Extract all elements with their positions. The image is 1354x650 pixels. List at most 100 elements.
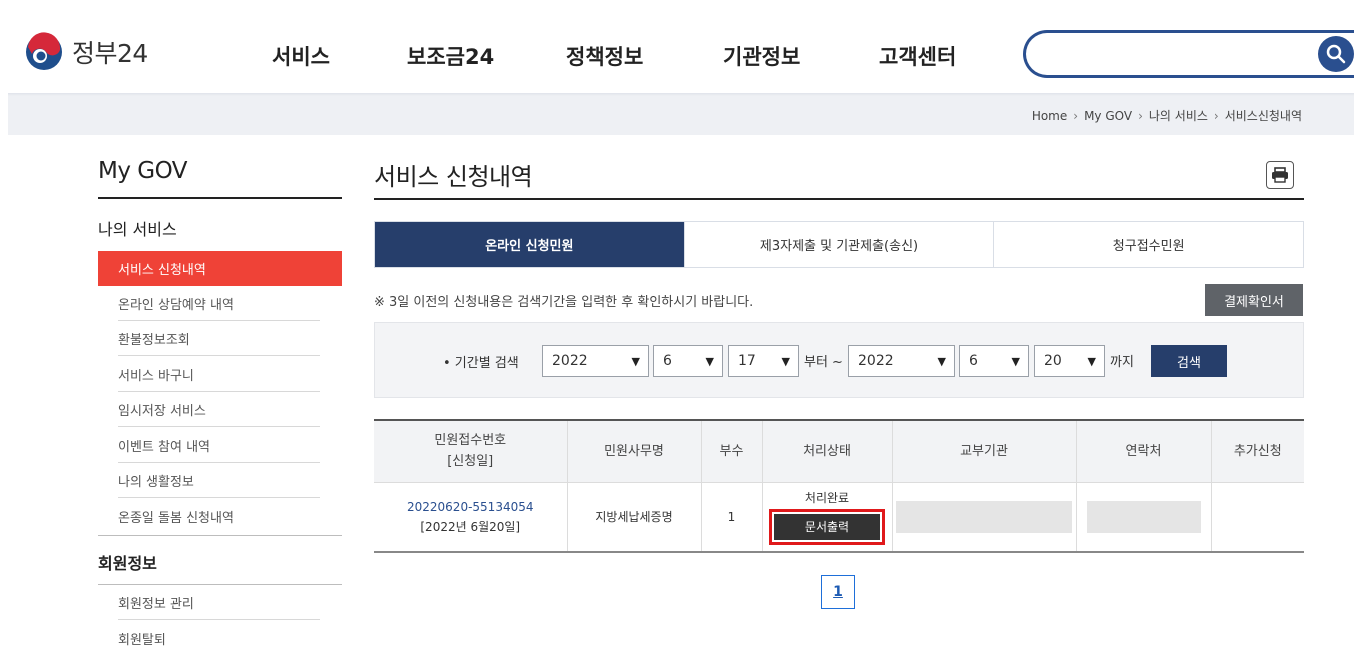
sidebar-item-withdraw[interactable]: 회원탈퇴 [98, 621, 342, 650]
title-divider [374, 198, 1304, 200]
sidebar-item-events[interactable]: 이벤트 참여 내역 [98, 428, 342, 463]
divider [118, 426, 320, 427]
to-day-select[interactable]: 20 ▼ [1034, 345, 1105, 377]
application-date: [2022년 6월20일] [420, 519, 521, 534]
notice-text: ※ 3일 이전의 신청내용은 검색기간을 입력한 후 확인하시기 바랍니다. [374, 295, 754, 310]
sidebar-item-temp-saved[interactable]: 임시저장 서비스 [98, 392, 342, 427]
to-month-select[interactable]: 6 ▼ [959, 345, 1029, 377]
col-service-name: 민원사무명 [566, 420, 701, 483]
sidebar-item-label: 온라인 상담예약 내역 [118, 298, 234, 313]
from-text: 부터 ~ [804, 355, 843, 370]
sidebar-item-service-history[interactable]: 서비스 신청내역 [98, 251, 342, 286]
logo[interactable]: 정부24 [24, 32, 148, 72]
sidebar-divider [98, 535, 342, 536]
breadcrumb-my-services[interactable]: 나의 서비스 [1149, 107, 1208, 124]
to-text: 까지 [1110, 355, 1134, 370]
sidebar-item-service-basket[interactable]: 서비스 바구니 [98, 357, 342, 392]
period-search-panel: • 기간별 검색 2022 ▼ 6 ▼ 17 ▼ 부터 ~ 2022 ▼ 6 ▼… [374, 322, 1304, 398]
sidebar-title: My GOV [98, 158, 188, 184]
from-day-value: 17 [738, 353, 756, 369]
sidebar-item-refund[interactable]: 환불정보조회 [98, 321, 342, 356]
issuing-agency-cell [891, 482, 1076, 552]
print-button[interactable] [1266, 161, 1294, 189]
sidebar-section-member: 회원정보 [98, 554, 157, 573]
col-issuing-agency: 교부기관 [891, 420, 1076, 483]
tab-claim-applications[interactable]: 청구접수민원 [993, 222, 1304, 267]
payment-confirmation-button[interactable]: 결제확인서 [1205, 284, 1303, 316]
pagination-page-1[interactable]: 1 [821, 575, 855, 609]
from-month-select[interactable]: 6 ▼ [653, 345, 723, 377]
sidebar-item-label: 회원탈퇴 [118, 633, 166, 648]
search-icon [1326, 44, 1346, 64]
chevron-down-icon: ▼ [937, 355, 946, 368]
search-input[interactable] [1040, 43, 1320, 65]
page-title: 서비스 신청내역 [374, 163, 533, 191]
logo-text: 정부24 [72, 39, 148, 68]
col-copies: 부수 [700, 420, 762, 483]
breadcrumb-mygov[interactable]: My GOV [1084, 109, 1132, 123]
table-header-row: 민원접수번호 [신청일] 민원사무명 부수 처리상태 교부기관 연락처 추가신청 [374, 420, 1304, 483]
from-year-value: 2022 [552, 353, 588, 369]
chevron-right-icon: › [1213, 108, 1219, 123]
breadcrumb: Home › My GOV › 나의 서비스 › 서비스신청내역 [1032, 107, 1302, 124]
sidebar-item-label: 환불정보조회 [118, 333, 190, 348]
col-contact: 연락처 [1075, 420, 1211, 483]
header: 정부24 서비스 보조금24 정책정보 기관정보 고객센터 [0, 0, 1354, 92]
to-year-select[interactable]: 2022 ▼ [848, 345, 955, 377]
search-box [1023, 30, 1354, 78]
divider [118, 355, 320, 356]
col-application-number: 민원접수번호 [신청일] [374, 420, 567, 483]
nav-item-policy[interactable]: 정책정보 [566, 41, 643, 71]
from-month-value: 6 [663, 353, 672, 369]
chevron-down-icon: ▼ [781, 355, 790, 368]
chevron-down-icon: ▼ [1011, 355, 1020, 368]
nav-item-subsidy[interactable]: 보조금24 [407, 41, 494, 71]
sidebar-item-label: 서비스 바구니 [118, 369, 194, 384]
divider [118, 619, 320, 620]
sidebar-divider [98, 197, 342, 199]
divider [118, 497, 320, 498]
search-button[interactable] [1318, 36, 1354, 72]
sidebar-item-member-manage[interactable]: 회원정보 관리 [98, 585, 342, 620]
col-status: 처리상태 [761, 420, 892, 483]
chevron-right-icon: › [1138, 108, 1143, 123]
period-search-label: • 기간별 검색 [443, 356, 519, 371]
chevron-down-icon: ▼ [631, 355, 640, 368]
sidebar-item-life-info[interactable]: 나의 생활정보 [98, 463, 342, 498]
print-document-button[interactable]: 문서출력 [774, 514, 880, 541]
tab-bar: 온라인 신청민원 제3자제출 및 기관제출(송신) 청구접수민원 [374, 221, 1304, 268]
sidebar-item-label: 회원정보 관리 [118, 597, 194, 612]
col-application-number-line1: 민원접수번호 [434, 433, 507, 449]
tab-online-applications[interactable]: 온라인 신청민원 [375, 222, 684, 267]
from-year-select[interactable]: 2022 ▼ [542, 345, 649, 377]
copies-cell: 1 [700, 482, 762, 552]
col-application-number-line2: [신청일] [447, 454, 494, 470]
status-cell: 처리완료 문서출력 [761, 482, 892, 552]
from-day-select[interactable]: 17 ▼ [728, 345, 799, 377]
breadcrumb-home[interactable]: Home [1032, 109, 1067, 123]
to-month-value: 6 [969, 353, 978, 369]
breadcrumb-band: Home › My GOV › 나의 서비스 › 서비스신청내역 [8, 93, 1354, 135]
period-search-button[interactable]: 검색 [1151, 345, 1227, 377]
nav-item-services[interactable]: 서비스 [272, 41, 330, 71]
sidebar-item-consult-booking[interactable]: 온라인 상담예약 내역 [98, 286, 342, 321]
printer-icon [1272, 167, 1288, 183]
breadcrumb-current: 서비스신청내역 [1224, 109, 1302, 123]
sidebar-item-label: 임시저장 서비스 [118, 404, 206, 419]
applications-table: 민원접수번호 [신청일] 민원사무명 부수 처리상태 교부기관 연락처 추가신청… [374, 419, 1304, 553]
sidebar-item-label: 이벤트 참여 내역 [118, 440, 210, 455]
service-name-cell: 지방세납세증명 [566, 482, 701, 552]
chevron-down-icon: ▼ [705, 355, 714, 368]
sidebar-item-childcare[interactable]: 온종일 돌봄 신청내역 [98, 499, 342, 534]
contact-cell [1075, 482, 1211, 552]
taegeuk-logo-icon [26, 32, 62, 70]
extra-request-cell [1210, 482, 1304, 552]
sidebar-item-label: 서비스 신청내역 [118, 263, 206, 278]
chevron-right-icon: › [1073, 108, 1079, 123]
nav-item-customer-center[interactable]: 고객센터 [879, 41, 956, 71]
nav-item-agency[interactable]: 기관정보 [723, 41, 800, 71]
tab-third-party-submission[interactable]: 제3자제출 및 기관제출(송신) [683, 222, 994, 267]
sidebar-item-label: 온종일 돌봄 신청내역 [118, 511, 234, 526]
application-number-link[interactable]: 20220620-55134054 [407, 500, 534, 514]
application-number-cell: 20220620-55134054 [2022년 6월20일] [374, 482, 567, 552]
